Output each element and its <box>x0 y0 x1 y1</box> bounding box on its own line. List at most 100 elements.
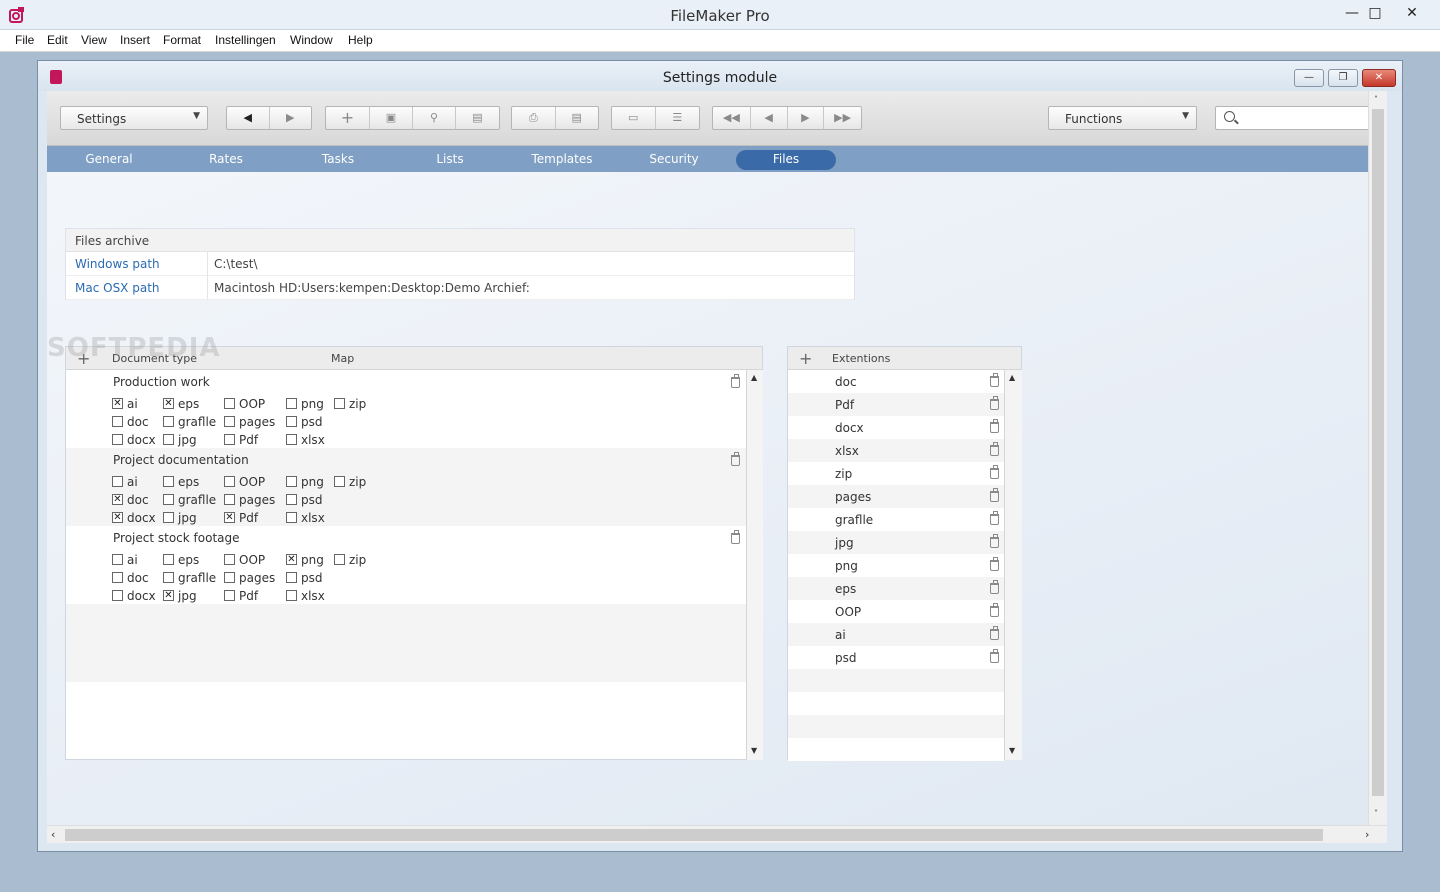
settings-select[interactable]: Settings ▼ <box>60 106 208 130</box>
checked-box-icon[interactable]: ✕ <box>112 512 123 523</box>
menu-window[interactable]: Window <box>290 33 333 47</box>
extension-row[interactable]: xlsx <box>788 439 1004 462</box>
unchecked-box-icon[interactable] <box>224 416 235 427</box>
unchecked-box-icon[interactable] <box>334 476 345 487</box>
trash-icon[interactable] <box>990 534 999 548</box>
checked-box-icon[interactable]: ✕ <box>163 398 174 409</box>
trash-icon[interactable] <box>990 396 999 410</box>
extension-row[interactable]: docx <box>788 416 1004 439</box>
trash-icon[interactable] <box>990 442 999 456</box>
unchecked-box-icon[interactable] <box>163 434 174 445</box>
window-restore-button[interactable]: ❐ <box>1328 69 1358 87</box>
checked-box-icon[interactable]: ✕ <box>163 590 174 601</box>
add-record-icon[interactable]: + <box>326 107 370 129</box>
unchecked-box-icon[interactable] <box>112 434 123 445</box>
unchecked-box-icon[interactable] <box>163 494 174 505</box>
maximize-button[interactable]: □ <box>1357 0 1393 28</box>
window-horizontal-scrollbar[interactable]: ‹ › <box>47 825 1387 843</box>
menu-format[interactable]: Format <box>163 33 201 47</box>
unchecked-box-icon[interactable] <box>334 398 345 409</box>
close-button[interactable]: ✕ <box>1394 0 1430 28</box>
scroll-down-icon[interactable]: ˅ <box>1374 809 1378 818</box>
tab-security[interactable]: Security <box>624 150 724 170</box>
menu-insert[interactable]: Insert <box>120 33 150 47</box>
duplicate-icon[interactable]: ▤ <box>456 107 499 129</box>
trash-icon[interactable] <box>990 649 999 663</box>
print-setup-icon[interactable]: ▤ <box>556 107 599 129</box>
trash-icon[interactable] <box>990 488 999 502</box>
checked-box-icon[interactable]: ✕ <box>112 398 123 409</box>
unchecked-box-icon[interactable] <box>224 590 235 601</box>
extension-row[interactable]: ai <box>788 623 1004 646</box>
menu-instellingen[interactable]: Instellingen <box>215 33 276 47</box>
extensions-scrollbar[interactable]: ▲ ▼ <box>1004 370 1022 760</box>
unchecked-box-icon[interactable] <box>112 572 123 583</box>
list-view-icon[interactable]: ☰ <box>656 107 700 129</box>
scroll-up-icon[interactable]: ▲ <box>1009 373 1015 382</box>
unchecked-box-icon[interactable] <box>224 434 235 445</box>
mac-path-field[interactable]: Macintosh HD:Users:kempen:Desktop:Demo A… <box>214 281 530 295</box>
print-icon[interactable]: ⎙ <box>512 107 556 129</box>
unchecked-box-icon[interactable] <box>163 476 174 487</box>
unchecked-box-icon[interactable] <box>224 494 235 505</box>
extension-row[interactable]: zip <box>788 462 1004 485</box>
add-extension-icon[interactable]: + <box>799 349 812 368</box>
extension-row[interactable]: pages <box>788 485 1004 508</box>
unchecked-box-icon[interactable] <box>163 512 174 523</box>
checked-box-icon[interactable]: ✕ <box>112 494 123 505</box>
tab-rates[interactable]: Rates <box>176 150 276 170</box>
functions-select[interactable]: Functions ▼ <box>1048 106 1197 130</box>
checked-box-icon[interactable]: ✕ <box>286 554 297 565</box>
extension-row[interactable]: jpg <box>788 531 1004 554</box>
scroll-left-icon[interactable]: ‹ <box>51 828 55 841</box>
unchecked-box-icon[interactable] <box>286 590 297 601</box>
find-icon[interactable]: ⚲ <box>413 107 456 129</box>
extension-row[interactable]: Pdf <box>788 393 1004 416</box>
unchecked-box-icon[interactable] <box>112 416 123 427</box>
unchecked-box-icon[interactable] <box>224 554 235 565</box>
menu-view[interactable]: View <box>81 33 107 47</box>
tab-files[interactable]: Files <box>736 150 836 170</box>
trash-icon[interactable] <box>731 374 740 388</box>
menu-help[interactable]: Help <box>348 33 373 47</box>
document-group-title[interactable]: Project stock footage <box>113 531 240 545</box>
scroll-right-icon[interactable]: › <box>1365 828 1369 841</box>
tab-tasks[interactable]: Tasks <box>288 150 388 170</box>
unchecked-box-icon[interactable] <box>224 398 235 409</box>
prev-record-icon[interactable]: ◀ <box>751 107 788 129</box>
tab-general[interactable]: General <box>59 150 159 170</box>
unchecked-box-icon[interactable] <box>286 494 297 505</box>
unchecked-box-icon[interactable] <box>112 476 123 487</box>
scroll-up-icon[interactable]: ˄ <box>1374 95 1378 104</box>
scroll-up-icon[interactable]: ▲ <box>751 373 757 382</box>
menu-edit[interactable]: Edit <box>47 33 68 47</box>
trash-icon[interactable] <box>990 557 999 571</box>
window-minimize-button[interactable]: — <box>1294 69 1324 87</box>
trash-icon[interactable] <box>990 465 999 479</box>
trash-icon[interactable] <box>731 452 740 466</box>
horizontal-scroll-thumb[interactable] <box>65 829 1323 841</box>
unchecked-box-icon[interactable] <box>163 572 174 583</box>
unchecked-box-icon[interactable] <box>163 416 174 427</box>
trash-icon[interactable] <box>731 530 740 544</box>
scroll-down-icon[interactable]: ▼ <box>1009 746 1015 755</box>
unchecked-box-icon[interactable] <box>224 476 235 487</box>
unchecked-box-icon[interactable] <box>286 398 297 409</box>
next-button[interactable]: ▶ <box>270 107 312 129</box>
trash-icon[interactable] <box>990 373 999 387</box>
unchecked-box-icon[interactable] <box>286 572 297 583</box>
trash-icon[interactable] <box>990 511 999 525</box>
window-close-button[interactable]: ✕ <box>1362 69 1396 87</box>
checked-box-icon[interactable]: ✕ <box>224 512 235 523</box>
scroll-down-icon[interactable]: ▼ <box>751 746 757 755</box>
document-group-title[interactable]: Production work <box>113 375 210 389</box>
unchecked-box-icon[interactable] <box>112 554 123 565</box>
extension-row[interactable]: doc <box>788 370 1004 393</box>
trash-icon[interactable] <box>990 626 999 640</box>
unchecked-box-icon[interactable] <box>224 572 235 583</box>
last-record-icon[interactable]: ▶▶ <box>824 107 861 129</box>
unchecked-box-icon[interactable] <box>334 554 345 565</box>
extension-row[interactable]: psd <box>788 646 1004 669</box>
tab-lists[interactable]: Lists <box>400 150 500 170</box>
delete-record-icon[interactable]: ▣ <box>370 107 413 129</box>
